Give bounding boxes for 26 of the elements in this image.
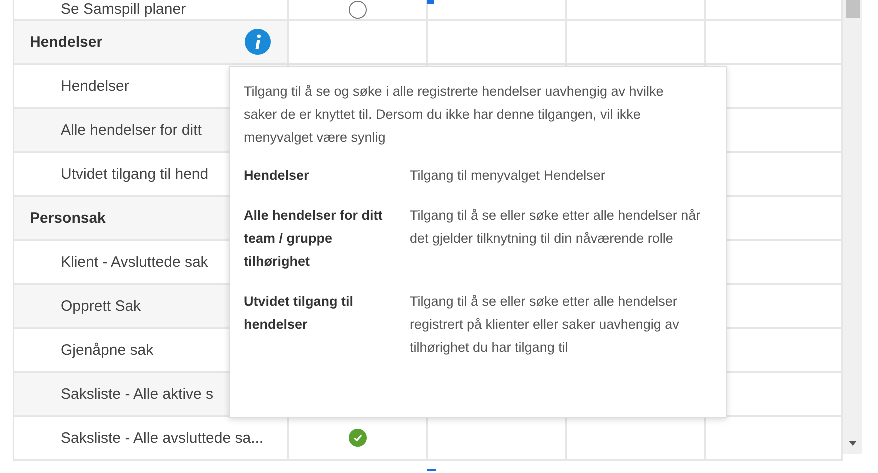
permission-label: Alle hendelser for ditt	[60, 122, 202, 138]
permission-label: Opprett Sak	[60, 298, 142, 314]
check-icon[interactable]	[348, 429, 366, 447]
scroll-down-icon[interactable]	[848, 441, 856, 446]
selection-handle[interactable]	[427, 0, 434, 4]
permission-label: Saksliste - Alle avsluttede sa...	[60, 430, 264, 446]
permission-label: Se Samspill planer	[60, 1, 186, 18]
group-label: Personsak	[30, 210, 106, 226]
permission-label: Hendelser	[60, 78, 130, 94]
permission-label: Utvidet tilgang til hend	[60, 166, 209, 182]
definition-text: Tilgang til å se eller søke etter alle hendelser registrert på klienter eller saker uavhengig av tilhørighet du har tilgang til	[410, 293, 680, 357]
selection-handle[interactable]	[427, 469, 436, 471]
permission-label: Gjenåpne sak	[60, 342, 154, 358]
tooltip-text: Tilgang til å se og søke i alle registrerte hendelser uavhengig av hvilke saker de er knyttet til. Dersom du ikke har denne tilgangen, vil ikke menyvalget være synlig	[244, 83, 665, 147]
definition-term: Utvidet tilgang til hendelser	[244, 293, 354, 334]
radio-button[interactable]	[348, 0, 366, 18]
permission-label: Saksliste - Alle aktive s	[60, 386, 214, 402]
definition-term: Hendelser	[244, 167, 310, 185]
definition-text: Tilgang til å se eller søke etter alle hendelser når det gjelder tilknytning til din nåværende rolle	[410, 207, 702, 248]
scrollbar-thumb[interactable]	[846, 0, 860, 18]
group-label: Hendelser	[30, 34, 103, 50]
info-icon[interactable]	[245, 29, 271, 55]
scrollbar[interactable]	[843, 0, 862, 454]
definition-text: Tilgang til menyvalget Hendelser	[410, 167, 606, 185]
definition-term: Alle hendelser for ditt team / gruppe tilhørighet	[244, 207, 384, 271]
permission-label: Klient - Avsluttede sak	[60, 254, 208, 270]
